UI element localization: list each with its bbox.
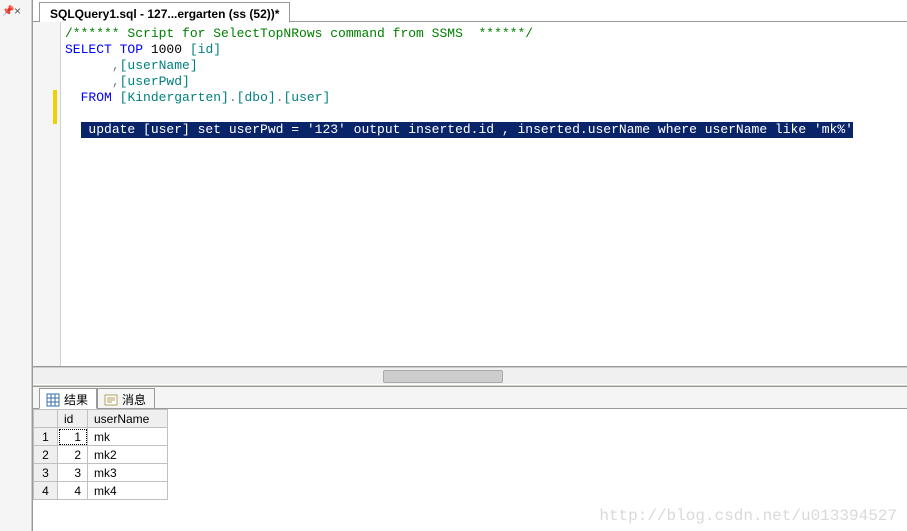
tab-messages[interactable]: 消息: [97, 388, 155, 409]
tab-results[interactable]: 结果: [39, 388, 97, 409]
code-bracket: [Kindergarten]: [120, 90, 229, 105]
code-keyword: TOP: [112, 42, 143, 57]
panel-close-icon[interactable]: ×: [14, 4, 21, 18]
editor-body[interactable]: /****** Script for SelectTopNRows comman…: [61, 22, 907, 366]
cell-username[interactable]: mk: [88, 428, 168, 446]
editor-horizontal-scrollbar[interactable]: [33, 367, 907, 384]
results-tab-bar: 结果 消息: [33, 387, 907, 409]
editor-gutter: [33, 22, 61, 366]
document-tab-title: SQLQuery1.sql - 127...ergarten (ss (52))…: [50, 7, 279, 21]
results-grid-wrap: id userName 1 1 mk 2 2 mk2: [33, 409, 907, 531]
cell-username[interactable]: mk4: [88, 482, 168, 500]
code-operator: ,: [112, 58, 120, 73]
cell-id[interactable]: 1: [58, 428, 88, 446]
table-row[interactable]: 3 3 mk3: [34, 464, 168, 482]
main-area: SQLQuery1.sql - 127...ergarten (ss (52))…: [32, 0, 907, 531]
results-grid[interactable]: id userName 1 1 mk 2 2 mk2: [33, 409, 168, 500]
row-header[interactable]: 1: [34, 428, 58, 446]
tab-messages-label: 消息: [122, 391, 146, 408]
grid-corner[interactable]: [34, 410, 58, 428]
cell-id[interactable]: 2: [58, 446, 88, 464]
pin-icon[interactable]: 📌: [2, 6, 12, 16]
scrollbar-thumb[interactable]: [383, 370, 503, 383]
code-number: 1000: [143, 42, 190, 57]
selected-sql-line[interactable]: update [user] set userPwd = '123' output…: [81, 122, 853, 138]
column-header-username[interactable]: userName: [88, 410, 168, 428]
code-bracket: [id]: [190, 42, 221, 57]
cell-id[interactable]: 3: [58, 464, 88, 482]
cell-username[interactable]: mk2: [88, 446, 168, 464]
code-keyword: FROM: [81, 90, 112, 105]
table-row[interactable]: 4 4 mk4: [34, 482, 168, 500]
row-header[interactable]: 2: [34, 446, 58, 464]
code-bracket: [user]: [284, 90, 331, 105]
sql-editor[interactable]: /****** Script for SelectTopNRows comman…: [33, 22, 907, 367]
gutter-change-mark: [53, 90, 57, 124]
tab-results-label: 结果: [64, 391, 88, 408]
messages-icon: [104, 393, 118, 407]
code-operator: ,: [112, 74, 120, 89]
row-header[interactable]: 4: [34, 482, 58, 500]
code-comment: /****** Script for SelectTopNRows comman…: [65, 26, 533, 41]
code-keyword: SELECT: [65, 42, 112, 57]
code-bracket: [dbo]: [237, 90, 276, 105]
grid-icon: [46, 393, 60, 407]
column-header-id[interactable]: id: [58, 410, 88, 428]
document-tab-bar: SQLQuery1.sql - 127...ergarten (ss (52))…: [33, 0, 907, 22]
code-bracket: [userName]: [120, 58, 198, 73]
table-row[interactable]: 1 1 mk: [34, 428, 168, 446]
code-bracket: [userPwd]: [120, 74, 190, 89]
document-tab[interactable]: SQLQuery1.sql - 127...ergarten (ss (52))…: [39, 2, 290, 23]
table-row[interactable]: 2 2 mk2: [34, 446, 168, 464]
cell-id[interactable]: 4: [58, 482, 88, 500]
cell-username[interactable]: mk3: [88, 464, 168, 482]
left-panel-gutter: 📌 ×: [0, 0, 32, 531]
row-header[interactable]: 3: [34, 464, 58, 482]
